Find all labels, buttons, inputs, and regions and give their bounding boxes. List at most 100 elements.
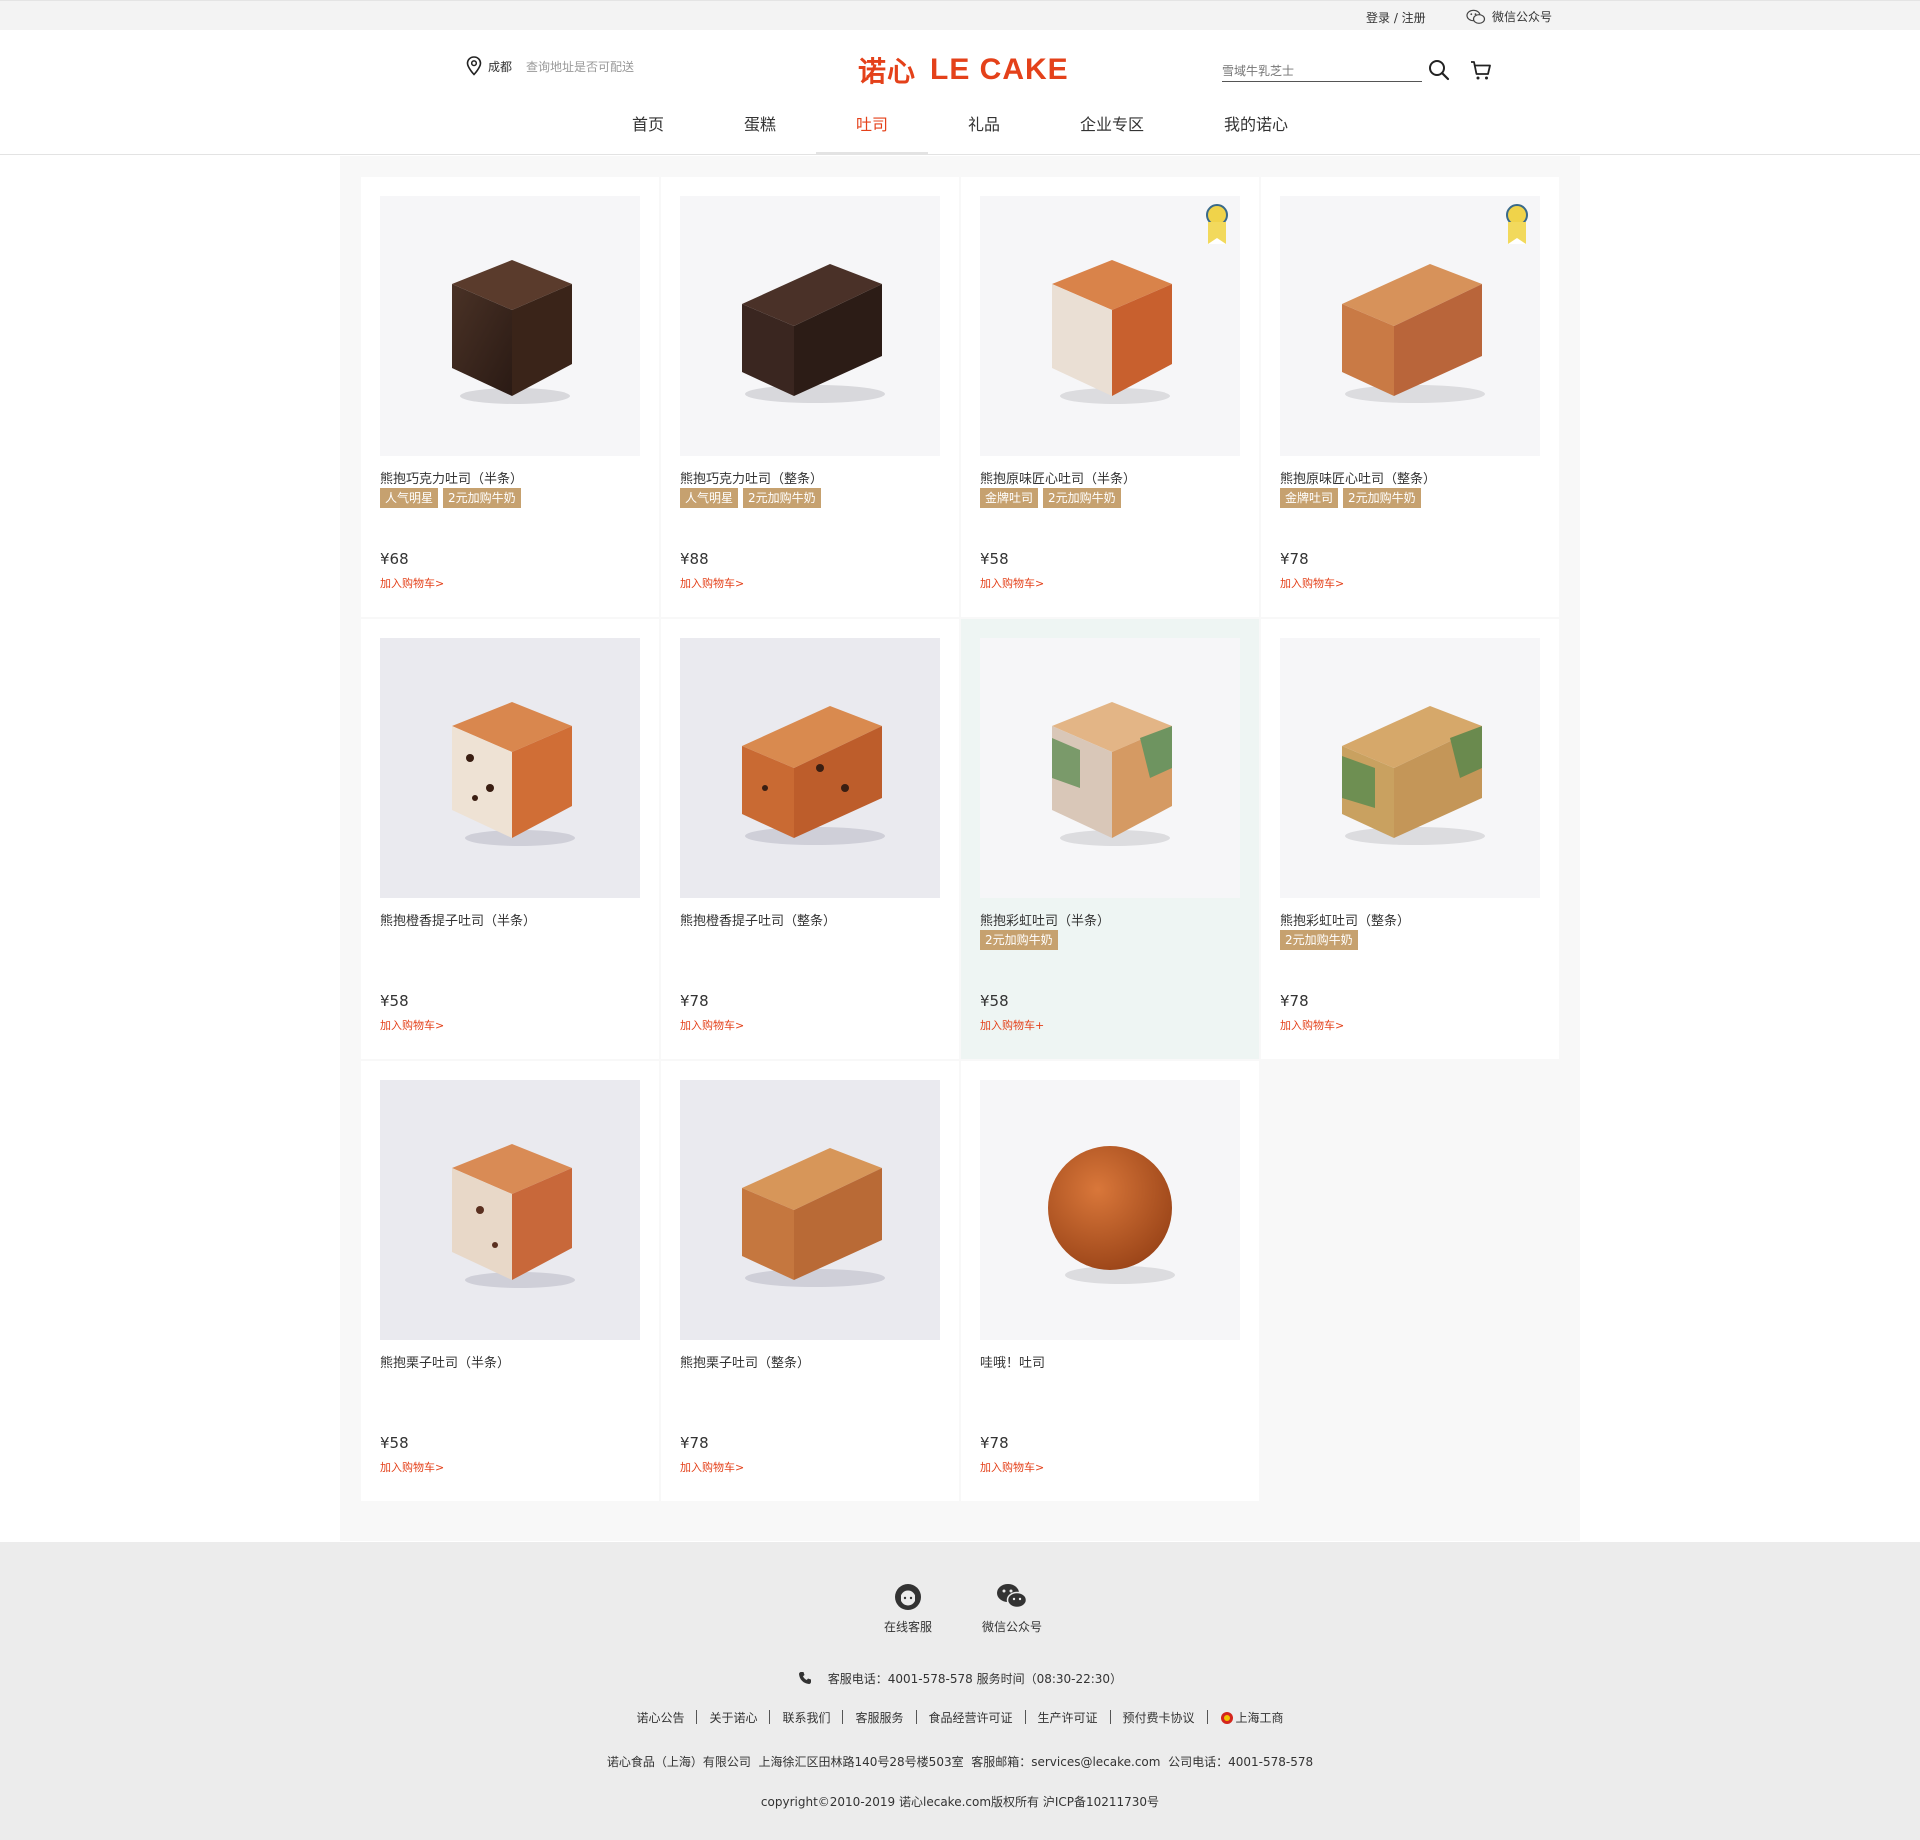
footer-wechat-link[interactable]: 微信公众号 [972, 1582, 1052, 1635]
service-phone: 客服电话：4001-578-578 服务时间（08:30-22:30） [0, 1670, 1920, 1687]
product-card[interactable]: 熊抱彩虹吐司（整条） 2元加购牛奶 ¥78 加入购物车> [1261, 619, 1559, 1059]
product-image[interactable] [980, 1080, 1240, 1340]
product-name[interactable]: 熊抱巧克力吐司（半条） [380, 468, 523, 487]
site-logo[interactable]: 诺心 LE CAKE [858, 50, 1069, 90]
footer-link-contact[interactable]: 联系我们 [782, 1709, 830, 1726]
product-card[interactable]: 熊抱栗子吐司（整条） ¥78 加入购物车> [661, 1061, 959, 1501]
emblem-icon [1220, 1711, 1233, 1724]
product-price: ¥58 [980, 550, 1009, 568]
search-box [1222, 60, 1422, 82]
product-tags: 人气明星 2元加购牛奶 [680, 488, 821, 508]
copyright: copyright©2010-2019 诺心lecake.com版权所有 沪IC… [760, 1795, 1160, 1809]
product-name[interactable]: 熊抱巧克力吐司（整条） [680, 468, 823, 487]
product-tag: 金牌吐司 [980, 488, 1039, 508]
location-selector[interactable]: 成都 查询地址是否可配送 [466, 56, 634, 76]
product-image[interactable] [380, 638, 640, 898]
nav-toast[interactable]: 吐司 [816, 105, 928, 154]
search-input[interactable] [1222, 63, 1387, 78]
logo-english: LE CAKE [930, 53, 1069, 86]
wechat-account-link[interactable]: 微信公众号 [1466, 8, 1552, 25]
add-to-cart-link[interactable]: 加入购物车> [380, 1017, 444, 1033]
footer-link-production-license[interactable]: 生产许可证 [1038, 1709, 1098, 1726]
nav-gifts[interactable]: 礼品 [948, 105, 1020, 154]
award-badge-icon [1506, 204, 1528, 244]
login-register-link[interactable]: 登录 / 注册 [1366, 9, 1426, 26]
footer-link-about[interactable]: 关于诺心 [709, 1709, 757, 1726]
product-image[interactable] [680, 1080, 940, 1340]
footer-link-food-license[interactable]: 食品经营许可证 [929, 1709, 1013, 1726]
footer-link-service[interactable]: 客服服务 [855, 1709, 903, 1726]
add-to-cart-link[interactable]: 加入购物车> [680, 575, 744, 591]
product-card[interactable]: 熊抱橙香提子吐司（半条） ¥58 加入购物车> [361, 619, 659, 1059]
product-name[interactable]: 熊抱橙香提子吐司（半条） [380, 910, 536, 929]
product-tag: 金牌吐司 [1280, 488, 1339, 508]
award-badge-icon [1206, 204, 1228, 244]
location-pin-icon [466, 56, 482, 76]
product-image[interactable] [1280, 196, 1540, 456]
product-card[interactable]: 熊抱橙香提子吐司（整条） ¥78 加入购物车> [661, 619, 959, 1059]
product-price: ¥78 [680, 992, 709, 1010]
wechat-label: 微信公众号 [1492, 10, 1553, 24]
product-name[interactable]: 哇哦！吐司 [980, 1352, 1045, 1371]
search-button[interactable] [1427, 58, 1451, 82]
product-tags: 金牌吐司 2元加购牛奶 [1280, 488, 1421, 508]
product-tag: 2元加购牛奶 [1280, 930, 1358, 950]
product-card[interactable]: 熊抱巧克力吐司（整条） 人气明星 2元加购牛奶 ¥88 加入购物车> [661, 177, 959, 617]
product-card[interactable]: 哇哦！吐司 ¥78 加入购物车> [961, 1061, 1259, 1501]
footer-link-prepaid-agreement[interactable]: 预付费卡协议 [1123, 1709, 1195, 1726]
product-price: ¥78 [1280, 992, 1309, 1010]
online-service-link[interactable]: 在线客服 [868, 1582, 948, 1635]
add-to-cart-link[interactable]: 加入购物车+ [980, 1017, 1044, 1033]
product-name[interactable]: 熊抱栗子吐司（半条） [380, 1352, 510, 1371]
main-nav: 首页 蛋糕 吐司 礼品 企业专区 我的诺心 [0, 105, 1920, 155]
nav-home[interactable]: 首页 [612, 105, 684, 154]
company-info: 诺心食品（上海）有限公司 上海徐汇区田林路140号28号楼503室 客服邮箱：s… [606, 1755, 1314, 1769]
wechat-icon [1466, 9, 1486, 24]
product-card[interactable]: 熊抱原味匠心吐司（整条） 金牌吐司 2元加购牛奶 ¥78 加入购物车> [1261, 177, 1559, 617]
product-price: ¥68 [380, 550, 409, 568]
product-card[interactable]: 熊抱彩虹吐司（半条） 2元加购牛奶 ¥58 加入购物车+ [961, 619, 1259, 1059]
wechat-icon [997, 1584, 1028, 1609]
product-image[interactable] [680, 638, 940, 898]
add-to-cart-link[interactable]: 加入购物车> [980, 1459, 1044, 1475]
product-image[interactable] [380, 1080, 640, 1340]
product-name[interactable]: 熊抱原味匠心吐司（整条） [1280, 468, 1436, 487]
search-icon [1429, 60, 1450, 81]
product-tags: 2元加购牛奶 [980, 930, 1058, 950]
add-to-cart-link[interactable]: 加入购物车> [680, 1459, 744, 1475]
product-image[interactable] [380, 196, 640, 456]
nav-cakes[interactable]: 蛋糕 [724, 105, 796, 154]
top-bar: 登录 / 注册 微信公众号 [0, 0, 1920, 30]
product-name[interactable]: 熊抱彩虹吐司（整条） [1280, 910, 1410, 929]
product-image[interactable] [980, 638, 1240, 898]
add-to-cart-link[interactable]: 加入购物车> [680, 1017, 744, 1033]
add-to-cart-link[interactable]: 加入购物车> [1280, 1017, 1344, 1033]
product-name[interactable]: 熊抱原味匠心吐司（半条） [980, 468, 1136, 487]
product-name[interactable]: 熊抱栗子吐司（整条） [680, 1352, 810, 1371]
product-price: ¥78 [1280, 550, 1309, 568]
footer-link-shanghai-commerce[interactable]: 上海工商 [1220, 1709, 1284, 1726]
product-tag: 人气明星 [680, 488, 739, 508]
cart-button[interactable] [1469, 58, 1493, 82]
footer-link-notice[interactable]: 诺心公告 [636, 1709, 684, 1726]
site-header: 成都 查询地址是否可配送 诺心 LE CAKE 首页 蛋糕 吐司 礼品 企业专区… [0, 30, 1920, 155]
nav-enterprise[interactable]: 企业专区 [1066, 105, 1158, 154]
cart-icon [1471, 61, 1491, 80]
product-card[interactable]: 熊抱原味匠心吐司（半条） 金牌吐司 2元加购牛奶 ¥58 加入购物车> [961, 177, 1259, 617]
delivery-check-link[interactable]: 查询地址是否可配送 [526, 58, 634, 75]
product-grid: 熊抱巧克力吐司（半条） 人气明星 2元加购牛奶 ¥68 加入购物车> 熊抱巧克力… [340, 156, 1580, 1541]
product-card[interactable]: 熊抱巧克力吐司（半条） 人气明星 2元加购牛奶 ¥68 加入购物车> [361, 177, 659, 617]
product-tags: 人气明星 2元加购牛奶 [380, 488, 521, 508]
product-image[interactable] [680, 196, 940, 456]
product-name[interactable]: 熊抱橙香提子吐司（整条） [680, 910, 836, 929]
add-to-cart-link[interactable]: 加入购物车> [380, 1459, 444, 1475]
product-image[interactable] [1280, 638, 1540, 898]
nav-my-lecake[interactable]: 我的诺心 [1210, 105, 1302, 154]
city-label: 成都 [488, 59, 513, 74]
add-to-cart-link[interactable]: 加入购物车> [380, 575, 444, 591]
product-card[interactable]: 熊抱栗子吐司（半条） ¥58 加入购物车> [361, 1061, 659, 1501]
add-to-cart-link[interactable]: 加入购物车> [1280, 575, 1344, 591]
product-image[interactable] [980, 196, 1240, 456]
product-name[interactable]: 熊抱彩虹吐司（半条） [980, 910, 1110, 929]
add-to-cart-link[interactable]: 加入购物车> [980, 575, 1044, 591]
